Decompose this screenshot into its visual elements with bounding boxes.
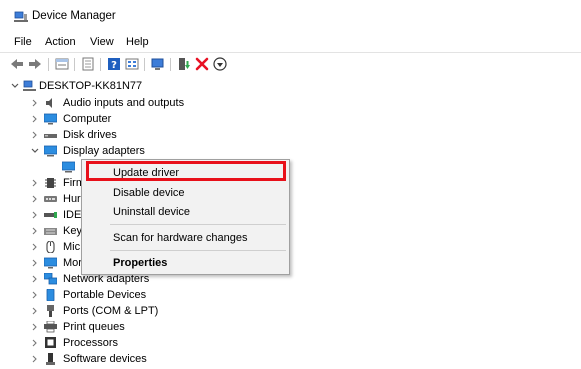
tree-item-label: Software devices [63,353,147,365]
tree-item-label: Ports (COM & LPT) [63,305,159,317]
menu-separator [110,250,286,251]
processor-icon [45,337,56,348]
tree-item-label: Key [63,225,82,237]
tree-item-label: Hur [63,193,81,205]
menu-action[interactable]: Action [45,36,76,48]
show-hide-console-icon[interactable] [81,57,95,71]
disable-device-icon[interactable] [213,57,227,71]
tree-item[interactable]: Audio inputs and outputs [0,95,300,111]
chevron-right-icon[interactable] [30,111,40,127]
network-icon [44,273,57,285]
tree-item[interactable]: Software devices [0,351,300,367]
toolbar-separator [170,58,171,71]
monitor-icon [44,113,57,125]
tree-item-expanded[interactable]: Display adapters [0,143,300,159]
tree-root-label: DESKTOP-KK81N77 [39,80,143,92]
properties-sheet-icon[interactable] [55,57,69,71]
tree-item-label: Display adapters [63,145,145,157]
software-device-icon [46,353,55,365]
svg-text:?: ? [111,60,117,71]
toolbar-separator [74,58,75,71]
chevron-right-icon[interactable] [30,271,40,287]
tree-item-label: Mic [63,241,81,253]
toolbar-separator [48,58,49,71]
chevron-right-icon[interactable] [30,303,40,319]
chevron-down-icon[interactable] [10,78,20,94]
tree-item-label: Audio inputs and outputs [63,97,185,109]
menu-item-properties[interactable]: Properties [113,257,167,269]
back-arrow-icon[interactable] [10,57,24,71]
mouse-icon [46,241,55,253]
chevron-right-icon[interactable] [30,239,40,255]
ide-icon [44,212,57,218]
tree-item-label: Processors [63,337,119,349]
update-driver-highlight [86,161,286,181]
monitor-icon [44,257,57,269]
scan-hardware-icon[interactable] [151,57,165,71]
menu-item-scan-hardware[interactable]: Scan for hardware changes [113,232,248,244]
tree-item-label: Disk drives [63,129,117,141]
chevron-right-icon[interactable] [30,335,40,351]
display-adapter-icon [44,145,57,157]
tree-item-label: Computer [63,113,112,125]
hid-icon [44,196,57,202]
chevron-right-icon[interactable] [30,255,40,271]
menu-help[interactable]: Help [126,36,149,48]
tree-item-label: Print queues [63,321,125,333]
chevron-right-icon[interactable] [30,207,40,223]
tree-item[interactable]: Print queues [0,319,300,335]
menu-separator [110,224,286,225]
chevron-right-icon[interactable] [30,319,40,335]
title-bar: Device Manager [0,0,581,30]
tree-item[interactable]: Portable Devices [0,287,300,303]
chevron-right-icon[interactable] [30,175,40,191]
help-icon[interactable]: ? [107,57,121,71]
menu-view[interactable]: View [90,36,114,48]
view-grid-icon[interactable] [125,57,139,71]
chevron-down-icon[interactable] [30,143,40,159]
chevron-right-icon[interactable] [30,351,40,367]
chevron-right-icon[interactable] [30,287,40,303]
tree-item-label: IDE [63,209,82,221]
forward-arrow-icon[interactable] [28,57,42,71]
tree-root[interactable]: DESKTOP-KK81N77 [0,78,300,94]
port-icon [47,305,54,317]
menu-file[interactable]: File [14,36,32,48]
tree-item[interactable]: Ports (COM & LPT) [0,303,300,319]
display-adapter-icon [62,161,75,173]
disk-icon [44,134,57,138]
menu-bar: File Action View Help [0,33,581,51]
tree-item[interactable]: Disk drives [0,127,300,143]
speaker-icon [46,98,52,108]
computer-root-icon [23,80,36,91]
chevron-right-icon[interactable] [30,191,40,207]
tree-item-label: Portable Devices [63,289,147,301]
chevron-right-icon[interactable] [30,223,40,239]
keyboard-icon [44,228,57,235]
tree-item[interactable]: Computer [0,111,300,127]
menu-item-disable-device[interactable]: Disable device [113,187,185,199]
portable-device-icon [46,289,55,301]
toolbar: ? [0,52,581,75]
chevron-right-icon[interactable] [30,95,40,111]
update-driver-icon[interactable] [177,57,191,71]
menu-item-uninstall-device[interactable]: Uninstall device [113,206,190,218]
tree-item[interactable]: Processors [0,335,300,351]
firmware-icon [45,178,56,188]
device-manager-icon [14,11,28,22]
toolbar-separator [100,58,101,71]
printer-icon [44,321,57,333]
window-title: Device Manager [32,10,116,22]
uninstall-x-icon[interactable] [195,57,209,71]
tree-item-label: Mor [63,257,82,269]
chevron-right-icon[interactable] [30,127,40,143]
toolbar-separator [144,58,145,71]
